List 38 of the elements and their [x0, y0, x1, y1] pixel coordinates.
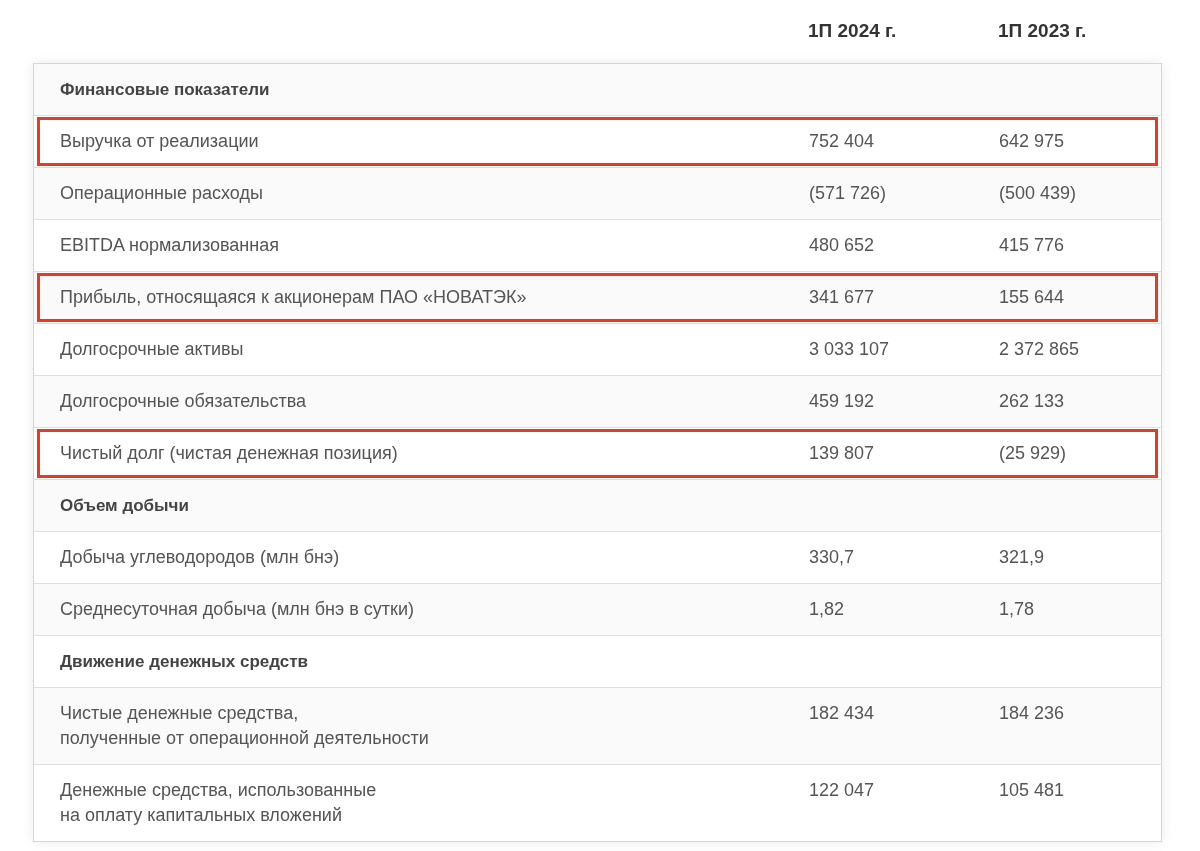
- table-cell-text: 1,78: [999, 598, 1035, 621]
- table-cell-text: 480 652: [809, 234, 875, 257]
- table-cell-text: 155 644: [999, 286, 1065, 309]
- table-cell-text: Долгосрочные активы: [60, 338, 244, 361]
- table-cell-text: Долгосрочные обязательства: [60, 390, 307, 413]
- table-cell-text: 2 372 865: [999, 338, 1080, 361]
- table-cell-text: 3 033 107: [809, 338, 890, 361]
- table-cell-text: 752 404: [809, 130, 875, 153]
- table-cell-text: 182 434: [809, 702, 875, 725]
- table-cell-text: Среднесуточная добыча (млн бнэ в сутки): [60, 598, 414, 621]
- column-header: 1П 2024 г.: [808, 19, 897, 44]
- column-header: 1П 2023 г.: [998, 19, 1087, 44]
- table-cell-text: EBITDA нормализованная: [60, 234, 279, 257]
- table-cell-text: 1,82: [809, 598, 845, 621]
- table-cell-text: (571 726): [809, 182, 887, 205]
- table-cell-text: Выручка от реализации: [60, 130, 259, 153]
- table-cell-text: Добыча углеводородов (млн бнэ): [60, 546, 340, 569]
- table-cell-text: 122 047: [809, 779, 875, 802]
- table-cell-text: 341 677: [809, 286, 875, 309]
- table-cell-text: Прибыль, относящаяся к акционерам ПАО «НОВАТЭК»: [60, 286, 527, 309]
- section-heading: Объем добычи: [60, 495, 189, 517]
- table-cell-text: 262 133: [999, 390, 1065, 413]
- table-cell-text: 330,7: [809, 546, 855, 569]
- table-cell-text: Чистый долг (чистая денежная позиция): [60, 442, 398, 465]
- section-heading: Финансовые показатели: [60, 79, 270, 101]
- table-cell-text: 642 975: [999, 130, 1065, 153]
- table-cell-text: 415 776: [999, 234, 1065, 257]
- table-cell-text: 459 192: [809, 390, 875, 413]
- table-cell-text: 139 807: [809, 442, 875, 465]
- table-cell-text: Операционные расходы: [60, 182, 263, 205]
- table-cell-text: 184 236: [999, 702, 1065, 725]
- table-cell-text: (25 929): [999, 442, 1067, 465]
- table-cell-text: 105 481: [999, 779, 1065, 802]
- table-cell-text: (500 439): [999, 182, 1077, 205]
- table-cell-text: 321,9: [999, 546, 1045, 569]
- table-cell-text: Денежные средства, использованные на оплату капитальных вложений: [60, 779, 377, 827]
- section-heading: Движение денежных средств: [60, 651, 309, 673]
- table-cell-text: Чистые денежные средства, полученные от операционной деятельности: [60, 702, 429, 750]
